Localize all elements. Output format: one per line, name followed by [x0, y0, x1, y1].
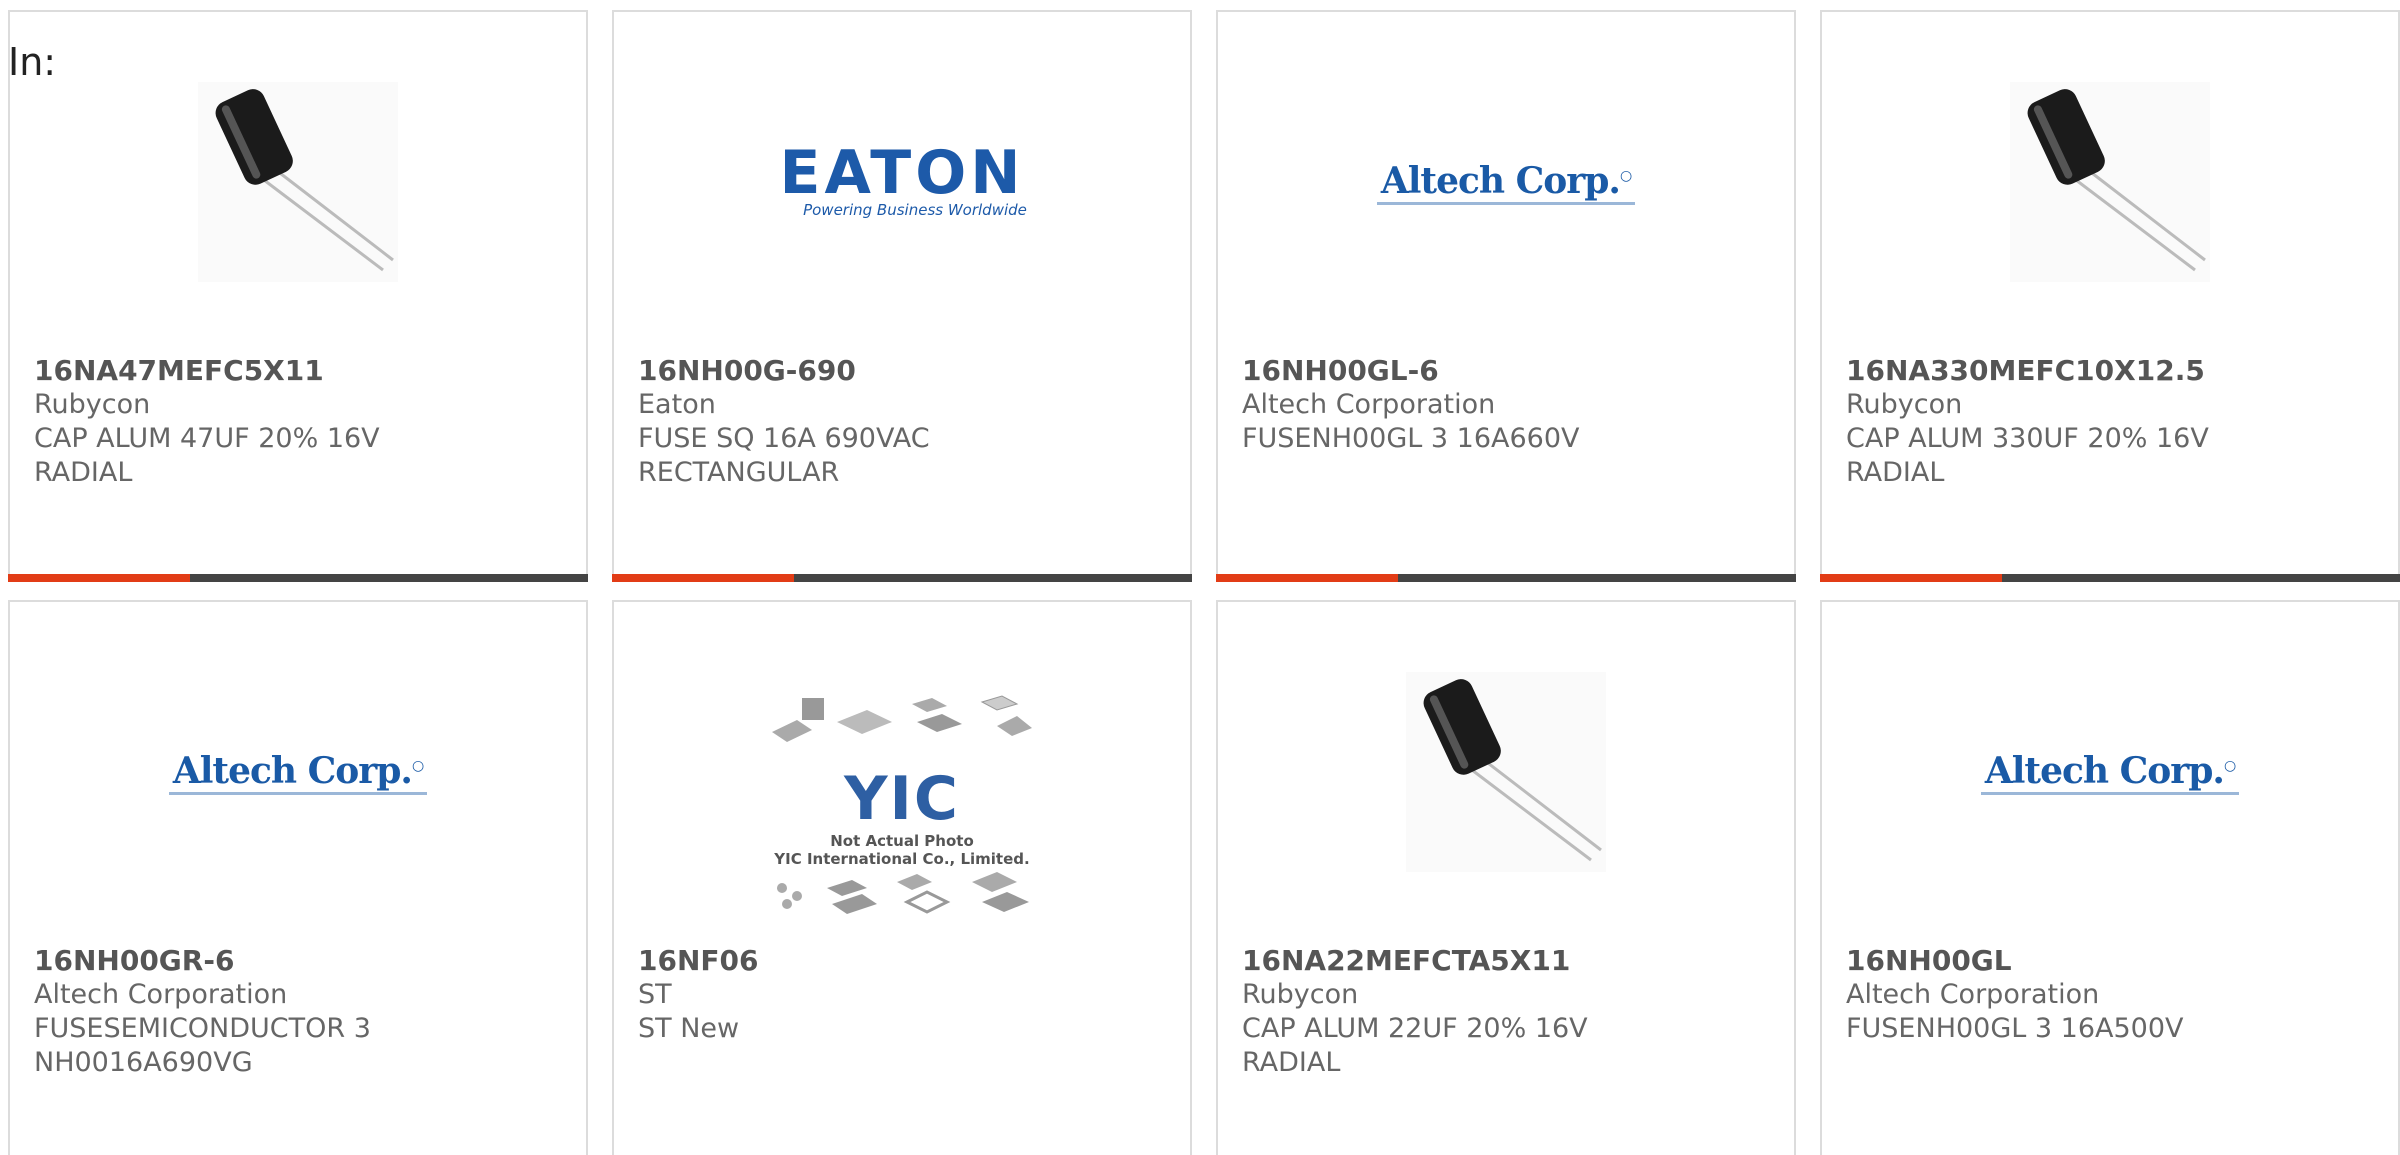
product-grid-page: In: 16NA47MEFC5X11 Rubycon CAP ALUM 47UF… — [0, 0, 2400, 1155]
card-bottom-bar — [612, 574, 1192, 582]
altech-logo-text: Altech Corp. — [1380, 159, 1621, 202]
capacitor-photo-icon — [198, 82, 398, 282]
description-line: ST New — [638, 1013, 740, 1044]
product-image[interactable]: Altech Corp.○ — [10, 602, 586, 942]
product-card[interactable]: EATON Powering Business Worldwide 16NH00… — [612, 10, 1192, 582]
yic-logo-text: YIC — [844, 764, 960, 834]
yic-placeholder-image: YIC Not Actual Photo YIC International C… — [767, 692, 1037, 922]
product-image[interactable]: YIC Not Actual Photo YIC International C… — [614, 682, 1190, 932]
yic-caption-line: Not Actual Photo — [830, 832, 974, 850]
altech-logo-text: Altech Corp. — [172, 749, 413, 792]
manufacturer: Rubycon — [34, 389, 151, 420]
part-number[interactable]: 16NF06 — [638, 944, 759, 977]
card-accent-bar — [1216, 574, 1398, 582]
part-number[interactable]: 16NA330MEFC10X12.5 — [1846, 354, 2205, 387]
card-bottom-bar — [1820, 574, 2400, 582]
product-image[interactable]: Altech Corp.○ — [1218, 12, 1794, 352]
part-number[interactable]: 16NA22MEFCTA5X11 — [1242, 944, 1570, 977]
card-bottom-bar — [8, 574, 588, 582]
description-line: FUSESEMICONDUCTOR 3 — [34, 1013, 371, 1044]
description-line: NH0016A690VG — [34, 1047, 253, 1078]
product-image[interactable] — [1822, 12, 2398, 352]
product-image[interactable]: Altech Corp.○ — [1822, 602, 2398, 942]
yic-caption-line: YIC International Co., Limited. — [774, 850, 1030, 868]
capacitor-photo-icon — [1406, 672, 1606, 872]
manufacturer: Altech Corporation — [1242, 389, 1496, 420]
description-line: RADIAL — [1846, 457, 1945, 488]
description-line: RECTANGULAR — [638, 457, 840, 488]
part-number[interactable]: 16NH00GL — [1846, 944, 2012, 977]
part-number[interactable]: 16NA47MEFC5X11 — [34, 354, 324, 387]
description-line: CAP ALUM 330UF 20% 16V — [1846, 423, 2209, 454]
product-card[interactable]: Altech Corp.○ 16NH00GR-6 Altech Corporat… — [8, 600, 588, 1155]
product-image[interactable]: EATON Powering Business Worldwide — [614, 12, 1190, 352]
card-accent-bar — [612, 574, 794, 582]
product-grid: 16NA47MEFC5X11 Rubycon CAP ALUM 47UF 20%… — [0, 0, 2400, 1155]
description-line: FUSENH00GL 3 16A660V — [1242, 423, 1580, 454]
product-card[interactable]: 16NA22MEFCTA5X11 Rubycon CAP ALUM 22UF 2… — [1216, 600, 1796, 1155]
in-label: In: — [8, 40, 57, 84]
altech-logo-icon: Altech Corp.○ — [1376, 159, 1636, 205]
altech-logo-text: Altech Corp. — [1984, 749, 2225, 792]
eaton-logo-tagline: Powering Business Worldwide — [803, 201, 1027, 219]
chip-packages-icon — [772, 695, 1032, 742]
card-accent-bar — [1820, 574, 2002, 582]
product-card[interactable]: Altech Corp.○ 16NH00GL-6 Altech Corporat… — [1216, 10, 1796, 582]
manufacturer: Eaton — [638, 389, 716, 420]
capacitor-photo-icon — [2010, 82, 2210, 282]
description-line: FUSE SQ 16A 690VAC — [638, 423, 930, 454]
manufacturer: Rubycon — [1846, 389, 1963, 420]
altech-logo-icon: Altech Corp.○ — [168, 749, 428, 795]
product-card[interactable]: 16NA47MEFC5X11 Rubycon CAP ALUM 47UF 20%… — [8, 10, 588, 582]
manufacturer: Altech Corporation — [1846, 979, 2100, 1010]
manufacturer: ST — [638, 979, 672, 1010]
product-card[interactable]: 16NA330MEFC10X12.5 Rubycon CAP ALUM 330U… — [1820, 10, 2400, 582]
description-line: CAP ALUM 22UF 20% 16V — [1242, 1013, 1588, 1044]
card-bottom-bar — [1216, 574, 1796, 582]
chip-packages-icon — [777, 872, 1029, 914]
description-line: RADIAL — [1242, 1047, 1341, 1078]
product-card[interactable]: YIC Not Actual Photo YIC International C… — [612, 600, 1192, 1155]
manufacturer: Altech Corporation — [34, 979, 288, 1010]
part-number[interactable]: 16NH00GR-6 — [34, 944, 234, 977]
product-image[interactable] — [10, 12, 586, 352]
part-number[interactable]: 16NH00G-690 — [638, 354, 856, 387]
eaton-logo-text: EATON — [779, 138, 1025, 208]
eaton-logo-icon: EATON Powering Business Worldwide — [777, 138, 1027, 219]
manufacturer: Rubycon — [1242, 979, 1359, 1010]
altech-logo-icon: Altech Corp.○ — [1980, 749, 2240, 795]
description-line: CAP ALUM 47UF 20% 16V — [34, 423, 380, 454]
card-accent-bar — [8, 574, 190, 582]
part-number[interactable]: 16NH00GL-6 — [1242, 354, 1439, 387]
product-card[interactable]: Altech Corp.○ 16NH00GL Altech Corporatio… — [1820, 600, 2400, 1155]
product-image[interactable] — [1218, 602, 1794, 942]
description-line: FUSENH00GL 3 16A500V — [1846, 1013, 2184, 1044]
description-line: RADIAL — [34, 457, 133, 488]
